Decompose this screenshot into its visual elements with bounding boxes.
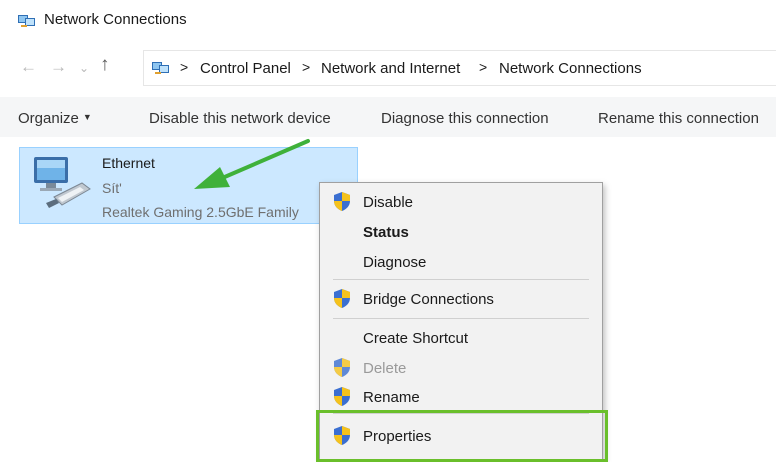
connection-adapter: Realtek Gaming 2.5GbE Family: [102, 204, 299, 220]
breadcrumb-separator-icon: >: [302, 59, 311, 75]
disable-network-device-button[interactable]: Disable this network device: [149, 110, 331, 127]
breadcrumb-separator-icon: >: [479, 59, 488, 75]
breadcrumb-separator-icon: >: [180, 59, 189, 75]
annotation-arrow: [194, 139, 310, 189]
diagnose-connection-button[interactable]: Diagnose this connection: [381, 110, 549, 127]
ethernet-adapter-icon: [34, 157, 91, 208]
connection-name: Ethernet: [102, 155, 155, 171]
menu-item-delete: Delete: [363, 360, 407, 377]
menu-separator: [333, 279, 589, 280]
properties-highlight-box: [316, 410, 608, 462]
menu-item-create-shortcut[interactable]: Create Shortcut: [363, 330, 468, 347]
menu-item-diagnose[interactable]: Diagnose: [363, 254, 426, 271]
uac-shield-icon: [334, 192, 350, 211]
window-title: Network Connections: [44, 11, 187, 28]
uac-shield-icon: [334, 358, 350, 377]
uac-shield-icon: [334, 387, 350, 406]
forward-arrow-icon[interactable]: →: [50, 57, 67, 77]
back-arrow-icon[interactable]: ←: [20, 57, 37, 77]
menu-item-rename[interactable]: Rename: [363, 389, 420, 406]
breadcrumb-network-and-internet[interactable]: Network and Internet: [321, 60, 460, 77]
organize-button[interactable]: Organize ▼: [18, 110, 92, 127]
network-connections-icon: [152, 62, 169, 74]
menu-item-bridge-connections[interactable]: Bridge Connections: [363, 291, 494, 308]
organize-label: Organize: [18, 110, 79, 127]
menu-item-status[interactable]: Status: [363, 224, 409, 241]
uac-shield-icon: [334, 289, 350, 308]
network-connections-icon: [18, 15, 35, 27]
recent-locations-chevron-icon[interactable]: ⌄: [79, 58, 89, 78]
breadcrumb-control-panel[interactable]: Control Panel: [200, 60, 291, 77]
menu-separator: [333, 318, 589, 319]
dropdown-caret-icon: ▼: [82, 112, 92, 122]
menu-item-disable[interactable]: Disable: [363, 194, 413, 211]
breadcrumb-network-connections[interactable]: Network Connections: [499, 60, 642, 77]
connection-status: Sít': [102, 180, 122, 196]
up-arrow-icon[interactable]: ↑: [100, 55, 110, 75]
rename-connection-button[interactable]: Rename this connection: [598, 110, 759, 127]
